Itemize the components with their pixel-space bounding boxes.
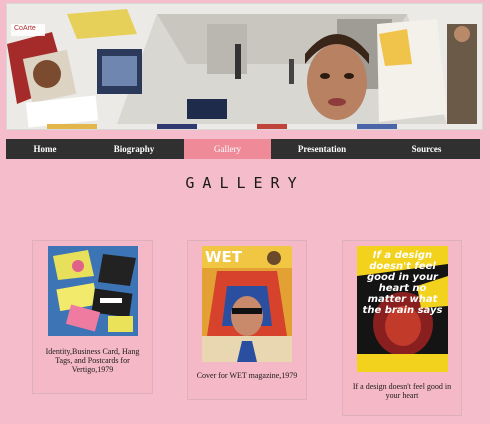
page-title: GALLERY <box>185 174 305 192</box>
wet-magazine-cover-image[interactable]: WET <box>202 246 292 362</box>
gallery-card-1[interactable]: Identity,Business Card, Hang Tags, and P… <box>32 240 153 394</box>
main-nav: Home Biography Gallery Presentation Sour… <box>6 139 480 159</box>
gallery-card-2[interactable]: WET Cover for WET magazine,1979 <box>187 240 307 400</box>
nav-presentation[interactable]: Presentation <box>271 139 373 159</box>
design-heart-poster-image[interactable]: If a design doesn't feel good in your he… <box>357 246 448 372</box>
nav-sources[interactable]: Sources <box>373 139 480 159</box>
nav-biography[interactable]: Biography <box>84 139 184 159</box>
wet-cover-title: WET <box>205 248 243 266</box>
gallery-caption-3: If a design doesn't feel good in your he… <box>352 382 452 400</box>
collage-image <box>7 4 482 129</box>
nav-gallery[interactable]: Gallery <box>184 139 271 159</box>
header-banner: CoArte <box>6 3 483 130</box>
banner-logo-text: CoArte <box>14 25 36 32</box>
gallery-caption-1: Identity,Business Card, Hang Tags, and P… <box>45 347 140 374</box>
nav-home[interactable]: Home <box>6 139 84 159</box>
gallery-card-3[interactable]: If a design doesn't feel good in your he… <box>342 240 462 416</box>
vertigo-identity-image[interactable] <box>48 246 138 336</box>
gallery-caption-2: Cover for WET magazine,1979 <box>196 371 298 380</box>
poster-lettering: If a design doesn't feel good in your he… <box>362 250 443 316</box>
